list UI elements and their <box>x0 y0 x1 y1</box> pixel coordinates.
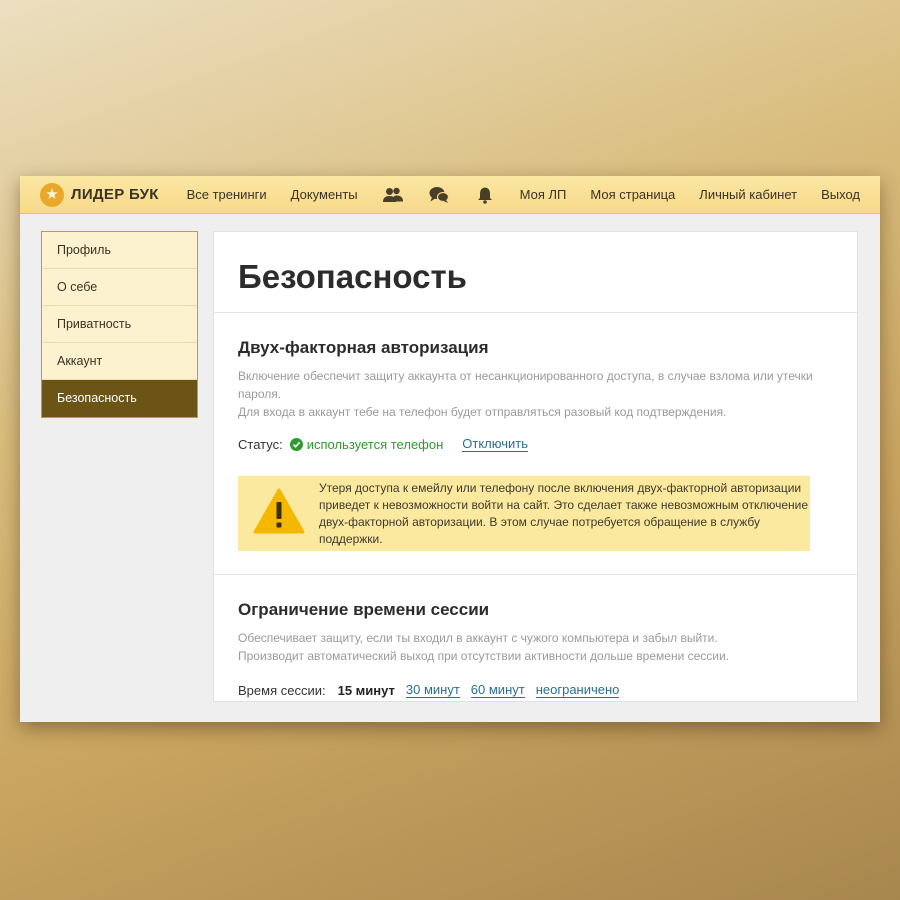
nav-logout[interactable]: Выход <box>821 187 860 202</box>
warning-box: Утеря доступа к емейлу или телефону посл… <box>238 476 810 551</box>
two-factor-status-row: Статус: используется телефон Отключить <box>238 436 833 452</box>
two-factor-desc-line: Включение обеспечит защиту аккаунта от н… <box>238 369 813 401</box>
nav-my-page[interactable]: Моя страница <box>590 187 675 202</box>
sidebar-item-about[interactable]: О себе <box>42 269 197 306</box>
warning-line: Утеря доступа к емейлу или телефону посл… <box>319 480 802 495</box>
warning-line: двух-факторной авторизации. В этом случа… <box>319 514 760 546</box>
star-logo-icon: ★ <box>40 182 64 207</box>
session-desc-line: Обеспечивает защиту, если ты входил в ак… <box>238 631 718 645</box>
warning-line: приведет к невозможности войти на сайт. … <box>319 497 809 512</box>
settings-content: Безопасность Двух-факторная авторизация … <box>213 231 858 702</box>
two-factor-title: Двух-факторная авторизация <box>238 338 489 357</box>
top-navbar: ★ ЛИДЕР БУК Все тренинги Документы Моя Л… <box>20 176 880 214</box>
status-badge: используется телефон <box>289 436 444 452</box>
main-nav: Все тренинги Документы Моя ЛП Моя страни… <box>187 185 860 205</box>
check-circle-icon <box>289 437 303 451</box>
session-option-current: 15 минут <box>337 682 395 698</box>
warning-triangle-icon <box>253 488 305 539</box>
sidebar-item-profile[interactable]: Профиль <box>42 232 197 269</box>
session-option-30[interactable]: 30 минут <box>405 682 460 698</box>
session-option-unlimited[interactable]: неограничено <box>535 682 620 698</box>
sidebar-item-account[interactable]: Аккаунт <box>42 343 197 380</box>
nav-documents[interactable]: Документы <box>291 187 358 202</box>
session-title: Ограничение времени сессии <box>238 600 490 619</box>
two-factor-desc-line: Для входа в аккаунт тебе на телефон буде… <box>238 405 727 419</box>
sidebar-item-privacy[interactable]: Приватность <box>42 306 197 343</box>
chat-icon[interactable] <box>428 185 450 205</box>
page-title: Безопасность <box>214 232 857 313</box>
bell-icon[interactable] <box>474 185 496 205</box>
nav-cabinet[interactable]: Личный кабинет <box>699 187 797 202</box>
session-description: Обеспечивает защиту, если ты входил в ак… <box>238 629 833 665</box>
users-icon[interactable] <box>382 185 404 205</box>
sidebar-item-security[interactable]: Безопасность <box>42 380 197 417</box>
two-factor-section: Двух-факторная авторизация Включение обе… <box>214 338 857 452</box>
warning-text: Утеря доступа к емейлу или телефону посл… <box>319 480 810 548</box>
nav-all-trainings[interactable]: Все тренинги <box>187 187 267 202</box>
logo[interactable]: ★ ЛИДЕР БУК <box>40 182 159 207</box>
status-label: Статус: <box>238 436 283 452</box>
session-desc-line: Производит автоматический выход при отсу… <box>238 649 730 663</box>
session-time-row: Время сессии: 15 минут 30 минут 60 минут… <box>238 682 833 698</box>
two-factor-description: Включение обеспечит защиту аккаунта от н… <box>238 367 833 421</box>
logo-text: ЛИДЕР БУК <box>71 186 159 203</box>
session-section: Ограничение времени сессии Обеспечивает … <box>214 600 857 698</box>
section-divider <box>214 574 857 575</box>
browser-window: ★ ЛИДЕР БУК Все тренинги Документы Моя Л… <box>20 176 880 722</box>
session-time-label: Время сессии: <box>238 682 326 698</box>
disable-two-factor-link[interactable]: Отключить <box>462 436 528 452</box>
settings-sidebar: Профиль О себе Приватность Аккаунт Безоп… <box>41 231 198 418</box>
nav-my-lp[interactable]: Моя ЛП <box>520 187 567 202</box>
status-value: используется телефон <box>306 436 444 452</box>
session-option-60[interactable]: 60 минут <box>470 682 525 698</box>
